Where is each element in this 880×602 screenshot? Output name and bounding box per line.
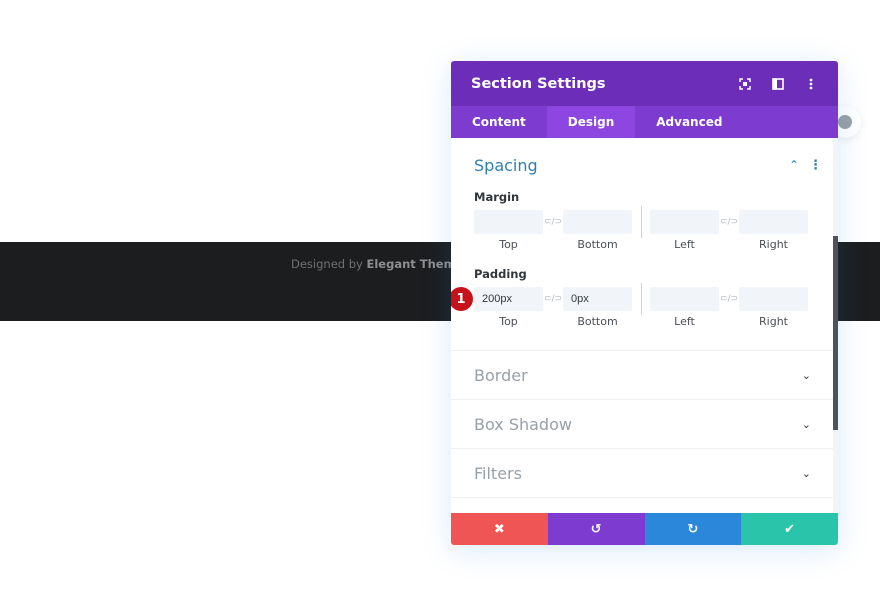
link-icon[interactable]: ⊂/⊃ xyxy=(719,217,739,227)
margin-top-input[interactable] xyxy=(474,210,543,234)
padding-left-input[interactable] xyxy=(650,287,719,311)
label-left: Left xyxy=(674,315,695,328)
chevron-down-icon[interactable]: ⌄ xyxy=(802,418,811,431)
margin-bottom-input[interactable] xyxy=(563,210,632,234)
label-left: Left xyxy=(674,238,695,251)
focus-icon[interactable] xyxy=(738,77,752,91)
border-title: Border xyxy=(474,365,528,385)
margin-left-input[interactable] xyxy=(650,210,719,234)
close-icon: ✖ xyxy=(493,521,505,537)
undo-icon: ↺ xyxy=(590,521,602,537)
tab-advanced[interactable]: Advanced xyxy=(635,106,743,138)
undo-button[interactable]: ↺ xyxy=(547,513,645,545)
cancel-button[interactable]: ✖ xyxy=(451,513,548,545)
spacing-title: Spacing xyxy=(474,155,538,175)
filters-section[interactable]: Filters ⌄ xyxy=(451,448,838,497)
modal-title: Section Settings xyxy=(471,75,606,92)
tab-content[interactable]: Content xyxy=(451,106,547,138)
label-right: Right xyxy=(759,238,788,251)
padding-right-input[interactable] xyxy=(739,287,808,311)
modal-footer: ✖ ↺ ↻ ✔ xyxy=(451,513,838,545)
footer-credit: Designed by Elegant Themes xyxy=(291,257,470,271)
redo-button[interactable]: ↻ xyxy=(644,513,742,545)
padding-bottom-input[interactable] xyxy=(563,287,632,311)
padding-label: Padding xyxy=(474,267,527,281)
box-shadow-title: Box Shadow xyxy=(474,414,572,434)
annotation-badge: 1 xyxy=(451,287,473,311)
tab-design[interactable]: Design xyxy=(546,106,636,138)
globe-icon xyxy=(838,115,852,129)
divider xyxy=(641,283,642,315)
label-top: Top xyxy=(499,315,518,328)
margin-right-input[interactable] xyxy=(739,210,808,234)
padding-top-input[interactable] xyxy=(474,287,543,311)
padding-row: 1 ⊂/⊃ ⊂/⊃ xyxy=(451,283,838,315)
more-options-icon[interactable] xyxy=(804,77,818,91)
link-icon[interactable]: ⊂/⊃ xyxy=(543,217,563,227)
page: Designed by Elegant Themes Section Setti… xyxy=(0,0,880,602)
margin-label: Margin xyxy=(474,190,520,204)
chevron-down-icon[interactable]: ⌄ xyxy=(802,369,811,382)
link-icon[interactable]: ⊂/⊃ xyxy=(543,294,563,304)
redo-icon: ↻ xyxy=(687,521,699,537)
save-button[interactable]: ✔ xyxy=(741,513,838,545)
scrollbar-thumb[interactable] xyxy=(833,236,838,430)
label-top: Top xyxy=(499,238,518,251)
section-options-icon[interactable]: ⋮ xyxy=(809,158,822,173)
settings-body: Spacing ⌃ ⋮ Margin ⊂/⊃ ⊂/⊃ Top Bottom Le… xyxy=(451,138,838,513)
section-settings-modal: Section Settings Content Design Advanced xyxy=(451,61,838,545)
modal-header: Section Settings xyxy=(451,61,838,106)
divider xyxy=(641,206,642,238)
chevron-up-icon[interactable]: ⌃ xyxy=(789,158,799,172)
label-bottom: Bottom xyxy=(577,238,618,251)
box-shadow-section[interactable]: Box Shadow ⌄ xyxy=(451,399,838,448)
footer-credit-prefix: Designed by xyxy=(291,257,367,271)
next-section xyxy=(451,497,838,513)
padding-side-labels: Top Bottom Left Right xyxy=(451,315,838,328)
label-right: Right xyxy=(759,315,788,328)
chevron-down-icon[interactable]: ⌄ xyxy=(802,467,811,480)
link-icon[interactable]: ⊂/⊃ xyxy=(719,294,739,304)
tab-bar: Content Design Advanced xyxy=(451,106,838,138)
filters-title: Filters xyxy=(474,463,522,483)
check-icon: ✔ xyxy=(784,521,796,537)
margin-side-labels: Top Bottom Left Right xyxy=(451,238,838,251)
label-bottom: Bottom xyxy=(577,315,618,328)
margin-row: ⊂/⊃ ⊂/⊃ xyxy=(451,206,838,238)
spacing-section-header[interactable]: Spacing ⌃ ⋮ xyxy=(451,138,838,178)
border-section[interactable]: Border ⌄ xyxy=(451,350,838,399)
split-view-icon[interactable] xyxy=(771,77,785,91)
